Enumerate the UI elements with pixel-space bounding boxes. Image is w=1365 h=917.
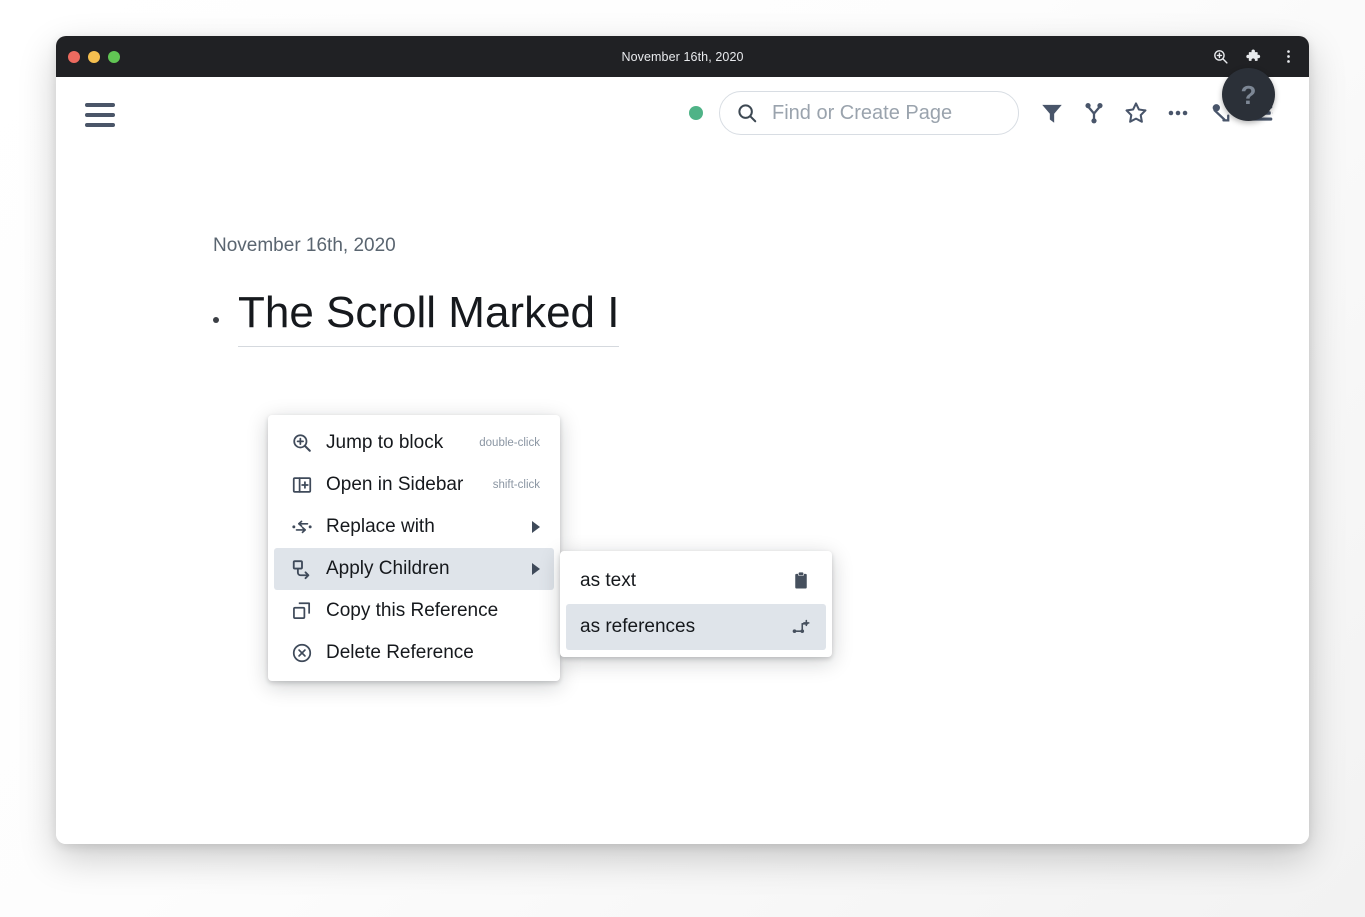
chevron-right-icon (532, 521, 540, 533)
menu-item-delete-reference[interactable]: Delete Reference (274, 632, 554, 674)
search-box[interactable] (719, 91, 1019, 135)
search-input[interactable] (770, 100, 1002, 126)
menu-item-label: Apply Children (326, 558, 450, 579)
menu-item-open-in-sidebar[interactable]: Open in Sidebar shift-click (274, 464, 554, 506)
apply-children-icon (290, 557, 314, 581)
block-bullet[interactable] (213, 317, 219, 323)
swap-arrows-icon (290, 515, 314, 539)
block-reference[interactable]: The Scroll Marked I (238, 287, 620, 347)
star-icon[interactable] (1115, 91, 1157, 135)
search-icon (736, 102, 758, 124)
close-window-button[interactable] (68, 50, 80, 63)
delete-circle-icon (290, 641, 314, 665)
screen: November 16th, 2020 Find or Create Page … (0, 0, 1365, 917)
submenu-item-label: as text (580, 570, 636, 591)
app-body: November 16th, 2020 The Scroll Marked I (56, 68, 1309, 844)
menu-item-label: Replace with (326, 516, 435, 537)
block-row: The Scroll Marked I (213, 287, 620, 347)
chevron-right-icon (532, 563, 540, 575)
help-button[interactable]: ? (1222, 68, 1275, 121)
titlebar-actions (1211, 48, 1297, 66)
app-window: November 16th, 2020 Find or Create Page … (56, 36, 1309, 844)
submenu-item-as-text[interactable]: as text (566, 558, 826, 604)
more-horizontal-icon[interactable] (1157, 91, 1199, 135)
puzzle-piece-icon[interactable] (1245, 48, 1263, 66)
filter-icon[interactable] (1031, 91, 1073, 135)
context-menu: Jump to block double-click Open in Sideb… (268, 415, 560, 681)
submenu-item-label: as references (580, 616, 696, 637)
page-title: November 16th, 2020 (213, 235, 396, 256)
graph-icon[interactable] (1073, 91, 1115, 135)
traffic-lights (68, 50, 120, 63)
menu-item-hint: double-click (479, 437, 540, 449)
clipboard-icon (790, 570, 812, 592)
menu-item-copy-this-reference[interactable]: Copy this Reference (274, 590, 554, 632)
window-title: November 16th, 2020 (621, 49, 744, 64)
window-titlebar: November 16th, 2020 (56, 36, 1309, 77)
open-sidebar-icon (290, 473, 314, 497)
menu-item-label: Copy this Reference (326, 600, 499, 621)
submenu-item-as-references[interactable]: as references (566, 604, 826, 650)
help-label: ? (1240, 79, 1257, 110)
menu-item-label: Open in Sidebar (326, 474, 464, 495)
maximize-window-button[interactable] (108, 50, 120, 63)
minimize-window-button[interactable] (88, 50, 100, 63)
menu-item-replace-with[interactable]: Replace with (274, 506, 554, 548)
zoom-in-icon (290, 431, 314, 455)
sync-status-indicator (689, 106, 703, 120)
toolbar-right-group (689, 91, 1283, 135)
menu-item-label: Delete Reference (326, 642, 474, 663)
zoom-in-icon[interactable] (1211, 48, 1229, 66)
menu-item-jump-to-block[interactable]: Jump to block double-click (274, 422, 554, 464)
more-vertical-icon[interactable] (1279, 48, 1297, 66)
menu-item-label: Jump to block (326, 432, 444, 453)
node-plus-icon (790, 616, 812, 638)
copy-icon (290, 599, 314, 623)
app-toolbar (56, 77, 1309, 153)
menu-item-apply-children[interactable]: Apply Children (274, 548, 554, 590)
apply-children-submenu: as text as references (560, 551, 832, 657)
menu-item-hint: shift-click (492, 479, 540, 491)
hamburger-icon[interactable] (85, 103, 115, 127)
